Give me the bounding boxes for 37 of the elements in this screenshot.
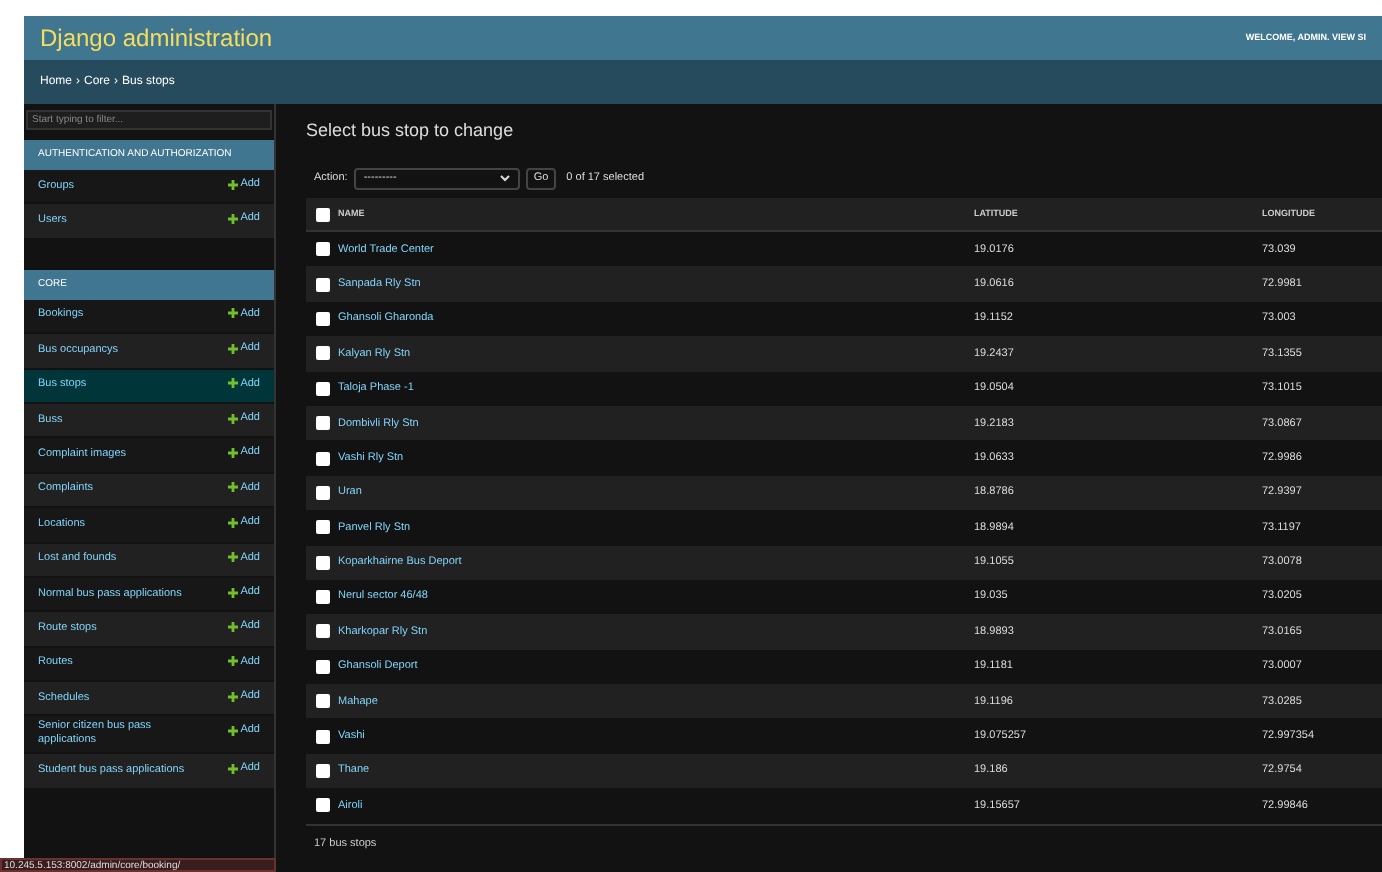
plus-icon [228, 587, 239, 598]
plus-icon [228, 343, 239, 354]
page-title: Select bus stop to change [306, 118, 516, 144]
plus-icon [228, 482, 239, 493]
plus-icon [228, 447, 239, 458]
checkbox[interactable] [315, 764, 329, 779]
checkbox[interactable] [315, 346, 329, 361]
plus-icon [228, 656, 239, 667]
checkbox[interactable] [315, 694, 329, 709]
checkbox[interactable] [315, 451, 329, 466]
checkbox[interactable] [315, 207, 329, 221]
checkbox[interactable] [315, 624, 329, 639]
checkbox[interactable] [315, 520, 329, 535]
checkbox[interactable] [315, 659, 329, 674]
checkbox[interactable] [315, 729, 329, 744]
plus-icon [228, 764, 239, 775]
checkbox[interactable] [315, 381, 329, 396]
plus-icon [228, 552, 239, 563]
plus-icon [228, 378, 239, 389]
site-title[interactable]: Django administration [40, 20, 273, 56]
checkbox[interactable] [315, 798, 329, 813]
chevron-down-icon [499, 174, 510, 182]
checkbox[interactable] [315, 485, 329, 500]
plus-icon [228, 691, 239, 702]
plus-icon [228, 179, 239, 190]
checkbox[interactable] [315, 311, 329, 326]
checkbox[interactable] [315, 590, 329, 605]
plus-icon [228, 517, 239, 528]
plus-icon [228, 726, 239, 737]
plus-icon [228, 413, 239, 424]
plus-icon [228, 214, 239, 225]
checkbox[interactable] [315, 416, 329, 431]
checkbox[interactable] [315, 277, 329, 292]
plus-icon [228, 308, 239, 319]
plus-icon [228, 621, 239, 632]
checkbox[interactable] [315, 555, 329, 570]
checkbox[interactable] [315, 242, 329, 257]
